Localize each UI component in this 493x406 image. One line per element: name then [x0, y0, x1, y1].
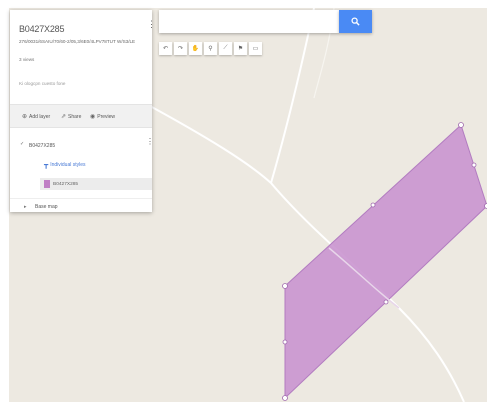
vertex-handle[interactable]	[370, 202, 376, 208]
preview-icon: ◉	[90, 114, 96, 120]
hand-icon[interactable]: ✋	[189, 42, 202, 55]
undo-icon[interactable]: ↶	[159, 42, 172, 55]
ruler-icon[interactable]: ▭	[249, 42, 262, 55]
vertex-handle[interactable]	[282, 283, 288, 289]
layer-title[interactable]: B0427X285	[29, 143, 55, 149]
layer-options-icon[interactable]: ⋮	[146, 138, 154, 145]
map-description[interactable]: Ki ologcpn cuesto fone	[19, 81, 65, 86]
marker-icon[interactable]: ⚲	[204, 42, 217, 55]
vertex-handle[interactable]	[282, 395, 288, 401]
map-options-icon[interactable]: ⋮	[147, 20, 156, 29]
line-icon[interactable]: ⟋	[219, 42, 232, 55]
map-subtitle: 276/0031/6SAIU/70/60-2/05,3/6E0/4LPV78TU…	[19, 39, 136, 44]
share-icon: ⇗	[61, 114, 67, 120]
preview-button[interactable]: ◉ Preview	[90, 113, 115, 121]
vertex-handle[interactable]	[484, 203, 488, 209]
base-map-toggle[interactable]: ▸ Base map	[10, 198, 152, 213]
feature-color-swatch[interactable]	[44, 180, 50, 188]
map-title[interactable]: B0427X285	[19, 24, 64, 34]
feature-item[interactable]: B0427X285	[40, 178, 152, 190]
road-vertical	[270, 8, 315, 184]
panel-toolbar: ⊕ Add layer ⇗ Share ◉ Preview	[10, 104, 152, 128]
vertex-handle[interactable]	[383, 299, 389, 305]
views-count: 3 views	[19, 57, 35, 62]
drawing-toolbar: ↶ ↷ ✋ ⚲ ⟋ ⚑ ▭	[159, 42, 262, 56]
expand-arrow-icon: ▸	[24, 204, 27, 210]
layer-checkbox[interactable]: ✓	[20, 141, 24, 147]
share-button[interactable]: ⇗ Share	[61, 113, 81, 121]
vertex-handle[interactable]	[471, 162, 477, 168]
add-layer-icon: ⊕	[22, 114, 28, 120]
drawn-polygon[interactable]	[284, 124, 487, 400]
base-map-label: Base map	[35, 204, 58, 210]
redo-icon[interactable]: ↷	[174, 42, 187, 55]
vertex-handle[interactable]	[282, 339, 288, 345]
search-input[interactable]	[159, 10, 339, 33]
search-icon	[351, 17, 360, 26]
individual-styles-link[interactable]: ┳ Individual styles	[44, 161, 86, 169]
feature-label: B0427X285	[53, 182, 79, 187]
route-icon[interactable]: ⚑	[234, 42, 247, 55]
map-panel: B0427X285 ⋮ 276/0031/6SAIU/70/60-2/05,3/…	[10, 10, 156, 213]
paint-roller-icon: ┳	[44, 162, 49, 169]
search-button[interactable]	[339, 10, 372, 33]
vertex-handle[interactable]	[458, 122, 464, 128]
add-layer-button[interactable]: ⊕ Add layer	[22, 113, 50, 121]
